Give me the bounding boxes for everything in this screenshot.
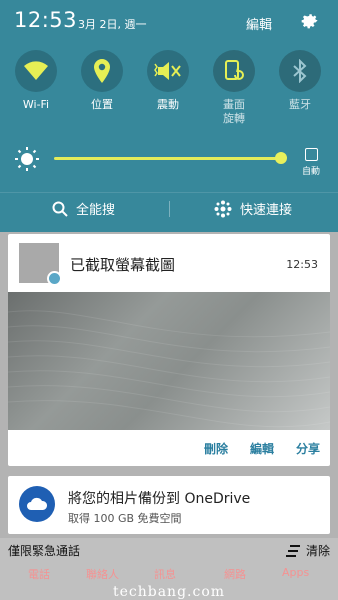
clear-label: 清除: [305, 544, 330, 558]
bluetooth-icon: [293, 59, 307, 83]
quick-panel: 12:53 3月 2日, 週一 編輯 Wi-Fi 位置 震動 畫面 旋轉 藍牙 …: [0, 0, 338, 232]
toggle-location[interactable]: 位置: [71, 46, 133, 112]
brightness-slider[interactable]: [54, 157, 286, 160]
clock: 12:53: [14, 8, 78, 32]
quick-connect-icon: [214, 200, 232, 217]
search-icon: [52, 201, 68, 217]
quick-connect-label: 快速連接: [240, 203, 293, 218]
share-button[interactable]: 分享: [296, 440, 320, 457]
emergency-calls-label: 僅限緊急通話: [8, 544, 81, 558]
toggle-label: 藍牙: [289, 98, 311, 111]
toggle-rotate[interactable]: 畫面 旋轉: [203, 46, 265, 126]
dock-messages-label: 訊息: [154, 568, 176, 581]
notification-actions: 刪除 編輯 分享: [8, 430, 330, 466]
gear-icon[interactable]: [298, 10, 320, 32]
brightness-slider-thumb[interactable]: [275, 152, 288, 164]
edit-screenshot-button[interactable]: 編輯: [250, 440, 274, 457]
toggle-bluetooth[interactable]: 藍牙: [269, 46, 331, 112]
notification-time: 12:53: [286, 258, 318, 271]
toggle-label: 畫面: [223, 98, 245, 111]
screenshot-thumbnail: [19, 243, 62, 286]
vibrate-icon: [154, 62, 181, 80]
search-row: 全能搜 快速連接: [0, 192, 338, 224]
toggle-vibrate[interactable]: 震動: [137, 46, 199, 112]
clear-button[interactable]: 清除: [285, 542, 330, 559]
status-bar: 12:53 3月 2日, 週一 編輯: [0, 0, 338, 44]
brightness-row: 自動: [0, 142, 338, 178]
wifi-icon: [24, 61, 48, 80]
screenshot-preview[interactable]: [8, 292, 330, 430]
auto-brightness-label: 自動: [302, 167, 321, 177]
rotate-icon: [225, 60, 244, 80]
screenshot-notification[interactable]: 已截取螢幕截圖 12:53 刪除 編輯 分享: [8, 234, 330, 466]
dock-apps-label: Apps: [282, 566, 310, 579]
quick-connect-button[interactable]: 快速連接: [214, 199, 292, 218]
dock-phone-label: 電話: [28, 568, 50, 581]
sun-icon: [15, 147, 39, 171]
toggle-label: Wi-Fi: [22, 98, 50, 111]
toggle-label: 震動: [157, 98, 179, 111]
clear-all-icon: [285, 544, 300, 557]
edit-button[interactable]: 編輯: [246, 14, 272, 33]
notification-title: 已截取螢幕截圖: [70, 256, 176, 274]
toggle-label: 旋轉: [223, 112, 245, 125]
quick-settings-row: Wi-Fi 位置 震動 畫面 旋轉 藍牙: [0, 46, 338, 136]
location-icon: [94, 59, 110, 83]
toggle-wifi[interactable]: Wi-Fi: [5, 46, 67, 112]
bottom-bar: 僅限緊急通話 清除 電話 聯絡人 訊息 網路 Apps techbang.com: [0, 538, 338, 600]
auto-brightness-checkbox[interactable]: [305, 148, 318, 161]
delete-button[interactable]: 刪除: [204, 440, 228, 457]
notification-subtitle: 取得 100 GB 免費空間: [68, 512, 182, 525]
dock-contacts-label: 聯絡人: [86, 568, 119, 581]
onedrive-notification[interactable]: 將您的相片備份到 OneDrive 取得 100 GB 免費空間: [8, 476, 330, 534]
toggle-label: 位置: [91, 98, 113, 111]
home-dock: 電話 聯絡人 訊息 網路 Apps: [0, 562, 338, 582]
divider: [169, 201, 170, 217]
gallery-badge-icon: [47, 271, 62, 286]
search-label: 全能搜: [76, 203, 116, 218]
onedrive-icon: [19, 486, 55, 522]
notification-title: 將您的相片備份到 OneDrive: [68, 491, 251, 507]
date: 3月 2日, 週一: [78, 18, 147, 31]
watermark: techbang.com: [112, 584, 226, 600]
dock-internet-label: 網路: [224, 568, 246, 581]
search-button[interactable]: 全能搜: [52, 199, 115, 218]
wave-pattern: [8, 310, 330, 428]
